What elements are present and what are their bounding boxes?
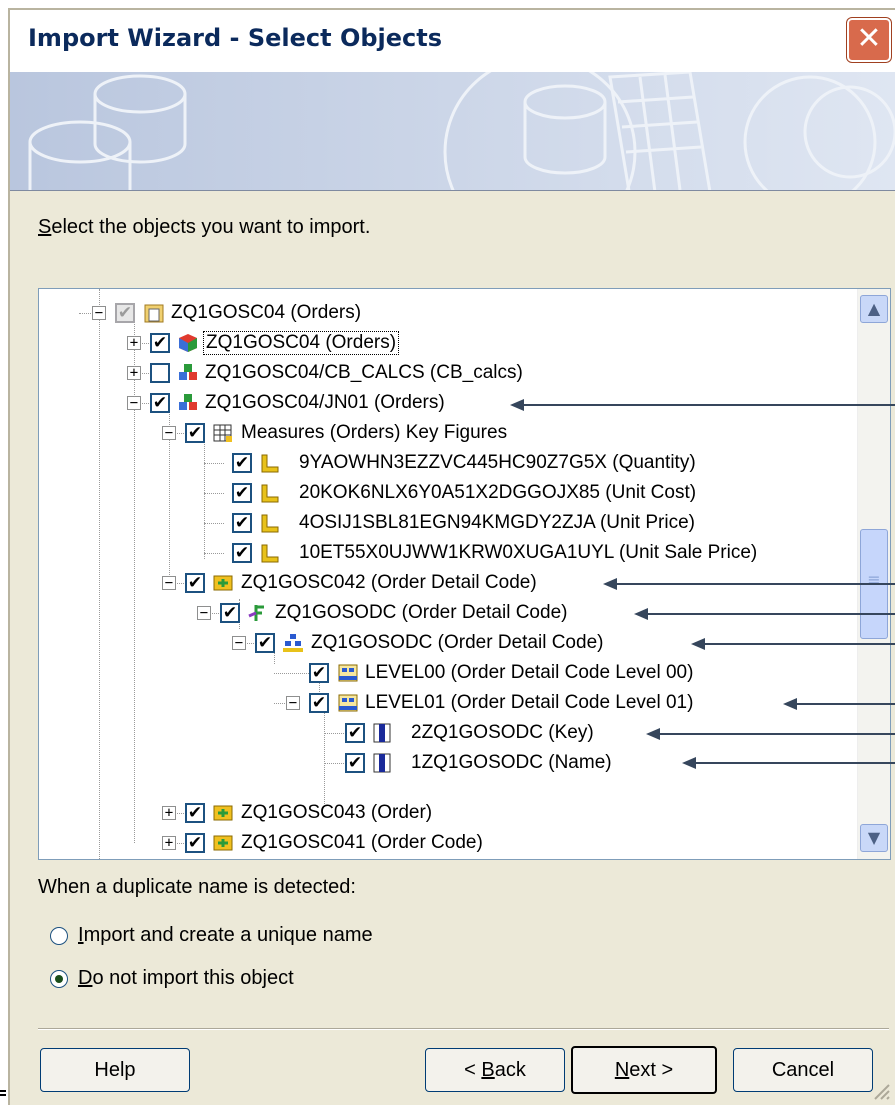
collapse-toggle-icon[interactable]: −	[162, 576, 176, 590]
import-unique-label[interactable]: Import and create a unique name	[78, 924, 373, 947]
dimension-icon	[213, 805, 233, 821]
collapse-toggle-icon[interactable]: −	[162, 426, 176, 440]
scroll-up-icon[interactable]: ▲	[860, 295, 888, 323]
dimension-icon	[213, 575, 233, 591]
tree-scrollbar[interactable]: ▲ ≡ ▼	[857, 289, 890, 859]
tree-checkbox[interactable]: ✔	[185, 573, 205, 593]
tree-checkbox[interactable]: ✔	[232, 513, 252, 533]
multiprovider-icon	[179, 364, 197, 380]
tree-checkbox[interactable]: ✔	[232, 483, 252, 503]
tree-node[interactable]: + ✔ ZQ1GOSC043 (Order)	[39, 799, 849, 829]
characteristic-icon	[248, 605, 264, 621]
tree-node[interactable]: ✔ 4OSIJ1SBL81EGN94KMGDY2ZJA (Unit Price)	[39, 509, 849, 539]
scroll-down-icon[interactable]: ▼	[860, 824, 888, 852]
tree-node[interactable]: ✔ 1ZQ1GOSODC (Name)	[39, 749, 849, 779]
tree-node[interactable]: ✔ 9YAOWHN3EZZVC445HC90Z7G5X (Quantity)	[39, 449, 849, 479]
tree-checkbox[interactable]: ✔	[185, 833, 205, 853]
duplicate-name-label: When a duplicate name is detected:	[38, 876, 356, 898]
key-figure-ruler-icon	[261, 544, 279, 563]
collapse-toggle-icon[interactable]: −	[127, 396, 141, 410]
tree-checkbox[interactable]: ✔	[345, 753, 365, 773]
tree-checkbox[interactable]: ✔	[185, 423, 205, 443]
tree-checkbox[interactable]: ✔	[232, 543, 252, 563]
tree-node[interactable]: − ✔ Measures (Orders) Key Figures	[39, 419, 849, 449]
attribute-column-icon	[373, 753, 391, 773]
tree-checkbox[interactable]: ✔	[255, 633, 275, 653]
collapse-toggle-icon[interactable]: −	[197, 606, 211, 620]
tree-node[interactable]: ✔ LEVEL00 (Order Detail Code Level 00)	[39, 659, 849, 689]
instruction-text: Select the objects you want to import.	[38, 216, 371, 238]
level-icon	[338, 664, 358, 682]
tree-node[interactable]: − ✔ ZQ1GOSC04 (Orders)	[39, 299, 849, 329]
level-icon	[338, 694, 358, 712]
collapse-toggle-icon[interactable]: −	[92, 306, 106, 320]
key-figure-ruler-icon	[261, 484, 279, 503]
expand-toggle-icon[interactable]: +	[162, 836, 176, 850]
tree-node[interactable]: ✔ 10ET55X0UJWW1KRW0XUGA1UYL (Unit Sale P…	[39, 539, 849, 569]
title-bar[interactable]: Import Wizard - Select Objects ✕	[10, 10, 895, 72]
window-title: Import Wizard - Select Objects	[28, 24, 443, 52]
collapse-toggle-icon[interactable]: −	[232, 636, 246, 650]
expand-toggle-icon[interactable]: +	[127, 366, 141, 380]
tree-checkbox[interactable]: ✔	[185, 803, 205, 823]
key-figure-ruler-icon	[261, 514, 279, 533]
attribute-column-icon	[373, 723, 391, 743]
banner-artwork-icon	[10, 72, 895, 190]
tree-checkbox[interactable]: ✔	[345, 723, 365, 743]
close-button[interactable]: ✕	[847, 18, 891, 62]
tree-node[interactable]: + ZQ1GOSC04/CB_CALCS (CB_calcs)	[39, 359, 849, 389]
tree-checkbox[interactable]: ✔	[150, 393, 170, 413]
dimension-icon	[213, 835, 233, 851]
resize-grip-icon[interactable]	[871, 1081, 891, 1101]
import-unique-radio[interactable]	[50, 927, 68, 945]
collapse-toggle-icon[interactable]: −	[286, 696, 300, 710]
cancel-button[interactable]: Cancel	[733, 1048, 873, 1092]
expand-toggle-icon[interactable]: +	[162, 806, 176, 820]
tree-node[interactable]: ✔ 20KOK6NLX6Y0A51X2DGGOJX85 (Unit Cost)	[39, 479, 849, 509]
cube-icon	[179, 334, 197, 352]
tree-checkbox[interactable]: ✔	[150, 333, 170, 353]
objects-tree[interactable]: − ✔ ZQ1GOSC04 (Orders) + ✔ ZQ1GOSC04 (Or…	[38, 288, 891, 860]
back-button[interactable]: < Back	[425, 1048, 565, 1092]
infoprovider-folder-icon	[144, 304, 164, 323]
do-not-import-label[interactable]: Do not import this object	[78, 967, 294, 990]
multiprovider-icon	[179, 394, 197, 410]
tree-checkbox[interactable]	[150, 363, 170, 383]
hierarchy-icon	[283, 634, 303, 652]
import-wizard-window: Import Wizard - Select Objects ✕ Select …	[8, 8, 895, 1105]
wizard-banner-graphic	[10, 72, 895, 191]
tree-node[interactable]: + ✔ ZQ1GOSC04 (Orders)	[39, 329, 849, 359]
tree-node[interactable]: − ✔ LEVEL01 (Order Detail Code Level 01)	[39, 689, 849, 719]
tree-checkbox[interactable]: ✔	[115, 303, 135, 323]
tree-checkbox[interactable]: ✔	[232, 453, 252, 473]
key-figure-ruler-icon	[261, 454, 279, 473]
tree-node[interactable]: + ✔ ZQ1GOSC041 (Order Code)	[39, 829, 849, 859]
next-button[interactable]: Next >	[571, 1046, 717, 1094]
key-figures-table-icon	[213, 424, 232, 442]
tree-checkbox[interactable]: ✔	[309, 693, 329, 713]
edge-mark	[0, 1090, 6, 1098]
tree-checkbox[interactable]: ✔	[309, 663, 329, 683]
expand-toggle-icon[interactable]: +	[127, 336, 141, 350]
help-button[interactable]: Help	[40, 1048, 190, 1092]
tree-checkbox[interactable]: ✔	[220, 603, 240, 623]
button-separator	[38, 1028, 889, 1030]
do-not-import-radio[interactable]	[50, 970, 68, 988]
